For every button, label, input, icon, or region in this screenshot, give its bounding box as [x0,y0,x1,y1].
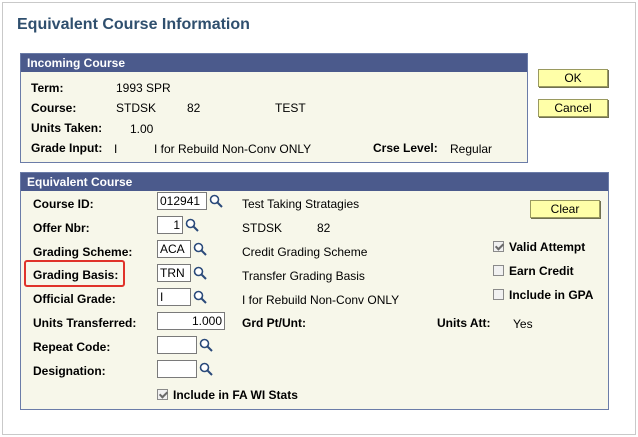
equivalent-course-header: Equivalent Course [21,173,608,191]
units-att-value: Yes [513,317,533,331]
term-value: 1993 SPR [116,81,171,95]
include-gpa-checkbox[interactable] [493,289,504,300]
course-id-lookup-icon[interactable] [209,194,223,208]
offer-subject: STDSK [242,221,283,235]
official-grade-lookup-icon[interactable] [193,290,207,304]
repeat-code-input[interactable] [157,336,197,354]
units-taken-label: Units Taken: [31,121,103,135]
include-fa-checkbox[interactable] [157,389,168,400]
offer-nbr-input[interactable]: 1 [157,216,183,234]
valid-attempt-label: Valid Attempt [509,240,586,254]
grading-scheme-input[interactable]: ACA [157,240,191,258]
course-number: 82 [187,101,201,115]
page-title: Equivalent Course Information [17,16,250,33]
units-transferred-input[interactable]: 1.000 [157,312,225,330]
grd-pt-unt-label: Grd Pt/Unt: [242,316,306,330]
units-att-label: Units Att: [437,316,491,330]
grade-input-value: I [114,142,118,156]
repeat-code-label: Repeat Code: [33,340,111,354]
course-id-input[interactable]: 012941 [157,192,207,210]
cancel-button[interactable]: Cancel [538,99,608,117]
grading-basis-lookup-icon[interactable] [193,266,207,280]
clear-button[interactable]: Clear [530,200,600,218]
crse-level-label: Crse Level: [373,141,438,155]
grading-basis-input[interactable]: TRN [157,264,191,282]
offer-number: 82 [317,221,331,235]
repeat-code-lookup-icon[interactable] [199,338,213,352]
grading-scheme-desc: Credit Grading Scheme [242,245,368,259]
term-label: Term: [31,81,64,95]
include-gpa-label: Include in GPA [509,288,594,302]
valid-attempt-checkbox[interactable] [493,241,504,252]
earn-credit-checkbox[interactable] [493,265,504,276]
grading-basis-desc: Transfer Grading Basis [242,269,365,283]
official-grade-desc: I for Rebuild Non-Conv ONLY [242,293,400,307]
designation-label: Designation: [33,364,106,378]
course-label: Course: [31,101,77,115]
grading-scheme-lookup-icon[interactable] [193,242,207,256]
grading-basis-label: Grading Basis: [33,268,119,282]
earn-credit-label: Earn Credit [509,264,574,278]
official-grade-input[interactable]: I [157,288,191,306]
course-subject: STDSK [116,101,157,115]
units-taken-value: 1.00 [130,122,154,136]
crse-level-value: Regular [450,142,493,156]
course-id-desc: Test Taking Stratagies [242,197,360,211]
course-id-label: Course ID: [33,197,94,211]
course-title: TEST [275,101,306,115]
ok-button[interactable]: OK [538,69,608,87]
grade-input-desc: I for Rebuild Non-Conv ONLY [154,142,312,156]
official-grade-label: Official Grade: [33,292,116,306]
grading-scheme-label: Grading Scheme: [33,245,133,259]
grade-input-label: Grade Input: [31,141,103,155]
units-transferred-label: Units Transferred: [33,316,137,330]
incoming-course-header: Incoming Course [21,54,527,72]
offer-nbr-label: Offer Nbr: [33,221,90,235]
designation-lookup-icon[interactable] [199,362,213,376]
designation-input[interactable] [157,360,197,378]
include-fa-label: Include in FA WI Stats [173,388,298,402]
offer-nbr-lookup-icon[interactable] [185,218,199,232]
